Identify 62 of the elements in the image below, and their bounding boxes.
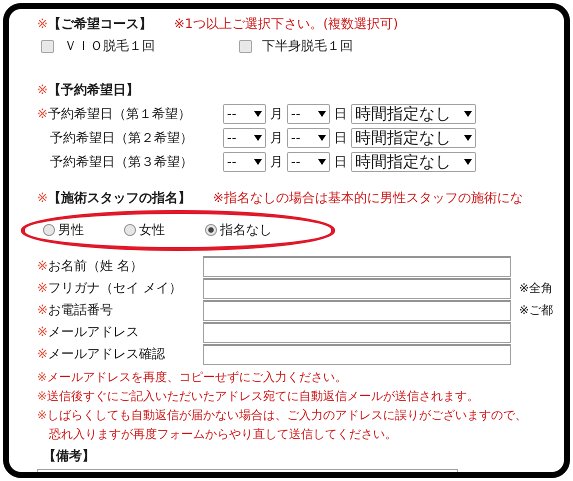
caret-icon [464, 135, 472, 141]
required-mark: ※ [37, 82, 48, 98]
text-input[interactable] [203, 300, 511, 320]
caret-icon [318, 135, 326, 141]
time-select[interactable]: 時間指定なし [351, 128, 476, 148]
unit-label: 日 [334, 154, 347, 171]
day-select[interactable]: -- [287, 152, 330, 172]
unit-label: 日 [334, 106, 347, 123]
checkbox[interactable] [41, 40, 54, 52]
required-mark: ※ [37, 16, 48, 32]
staff-note: ※指名なしの場合は基本的に男性スタッフの施術にな [212, 190, 523, 207]
caret-icon [464, 159, 472, 165]
month-select[interactable]: -- [223, 104, 266, 124]
text-input[interactable] [203, 278, 511, 298]
section-heading: 【備考】 [43, 448, 96, 465]
month-select[interactable]: -- [223, 128, 266, 148]
course-note: ※1つ以上ご選択下さい。(複数選択可) [174, 16, 398, 33]
radio-label: 男性 [58, 222, 84, 239]
checkbox-label: 下半身脱毛１回 [262, 38, 353, 55]
field-label: ※メールアドレス確認 [37, 346, 166, 363]
day-select[interactable]: -- [287, 104, 330, 124]
section-heading: 【施術スタッフの指名】 [48, 190, 191, 207]
field-label: ※メールアドレス [37, 324, 140, 341]
section-heading: 【予約希望日】 [48, 82, 139, 99]
notice-text: ※しばらくしても自動返信が届かない場合は、ご入力のアドレスに誤りがございますので、 [37, 407, 528, 424]
radio-button[interactable] [43, 224, 55, 236]
text-input[interactable] [203, 256, 511, 276]
field-label: ※お名前（姓 名） [37, 258, 144, 275]
caret-icon [254, 159, 262, 165]
month-select[interactable]: -- [223, 152, 266, 172]
field-hint: ※全角 [519, 280, 554, 296]
field-label: ※予約希望日（第１希望） [37, 106, 192, 123]
unit-label: 月 [270, 154, 283, 171]
caret-icon [254, 135, 262, 141]
field-hint: ※ご都 [519, 302, 554, 318]
radio-label: 女性 [139, 222, 165, 239]
unit-label: 月 [270, 130, 283, 147]
required-mark: ※ [37, 190, 48, 206]
unit-label: 日 [334, 130, 347, 147]
caret-icon [318, 159, 326, 165]
field-label: 予約希望日（第３希望） [49, 154, 194, 171]
field-label: 予約希望日（第２希望） [49, 130, 194, 147]
field-label: ※お電話番号 [37, 302, 114, 319]
notice-text: 恐れ入りますが再度フォームからやり直して送信してください。 [48, 426, 398, 443]
radio-button[interactable] [205, 224, 217, 236]
notice-text: ※送信後すぐにご記入いただいたアドレス宛てに自動返信メールが送信されます。 [37, 388, 480, 405]
caret-icon [254, 111, 262, 117]
section-heading: 【ご希望コース】 [48, 16, 152, 33]
caret-icon [464, 111, 472, 117]
day-select[interactable]: -- [287, 128, 330, 148]
time-select[interactable]: 時間指定なし [351, 152, 476, 172]
caret-icon [318, 111, 326, 117]
time-select[interactable]: 時間指定なし [351, 104, 476, 124]
radio-button[interactable] [124, 224, 136, 236]
radio-label: 指名なし [220, 222, 272, 239]
notice-text: ※メールアドレスを再度、コピーせずにご入力ください。 [37, 369, 348, 386]
checkbox[interactable] [239, 40, 252, 52]
text-input[interactable] [203, 344, 511, 364]
unit-label: 月 [270, 106, 283, 123]
checkbox-label: ＶＩＯ脱毛１回 [64, 38, 155, 55]
text-input[interactable] [203, 322, 511, 342]
field-label: ※フリガナ（セイ メイ） [37, 280, 184, 297]
